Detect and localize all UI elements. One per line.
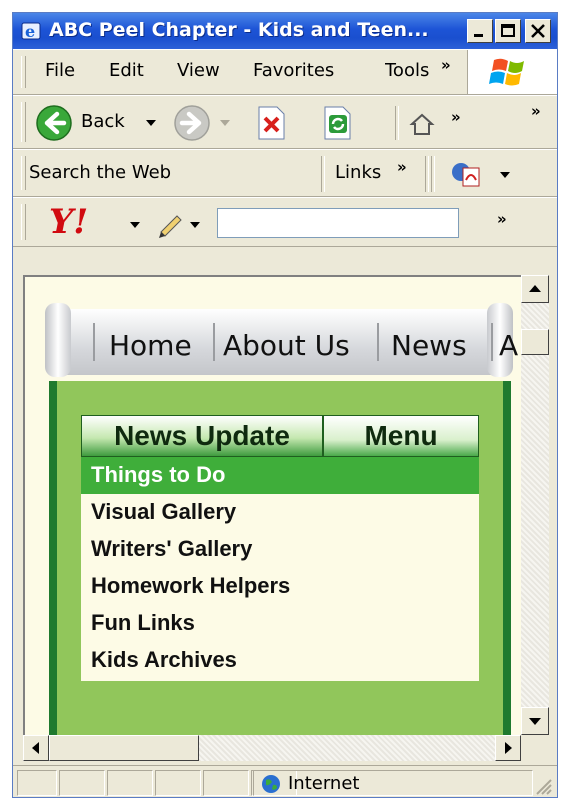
menu-item-label: Kids Archives [91, 647, 237, 672]
yahoo-search-input[interactable] [217, 208, 459, 238]
scroll-curl-left [45, 303, 71, 377]
browser-window: e ABC Peel Chapter - Kids and Teen... Fi… [12, 12, 558, 798]
horizontal-scroll-thumb[interactable] [49, 735, 199, 761]
kids-menu-list: Things to Do Visual Gallery Writers' Gal… [81, 457, 479, 681]
back-button[interactable]: Back [81, 111, 125, 132]
scroll-down-arrow-icon [529, 718, 541, 725]
nav-separator [213, 323, 215, 361]
forward-arrow-icon[interactable] [173, 104, 211, 142]
yahoo-logo[interactable]: Y! [49, 202, 88, 242]
status-bar: Internet [13, 765, 557, 797]
nav-more-truncated[interactable]: A [499, 329, 518, 362]
nav-about-us[interactable]: About Us [223, 329, 350, 362]
search-links-bar: Search the Web Links » [13, 149, 557, 197]
forward-dropdown-arrow-icon[interactable] [219, 118, 231, 128]
scrollbar-corner [521, 735, 549, 761]
back-arrow-icon[interactable] [35, 104, 73, 142]
menu-view[interactable]: View [177, 60, 220, 81]
toolbar-separator [425, 156, 429, 192]
refresh-icon[interactable] [319, 104, 355, 142]
tab-menu-label: Menu [364, 420, 438, 451]
status-cell [203, 770, 249, 796]
menu-item-label: Visual Gallery [91, 499, 237, 524]
scroll-right-button[interactable] [495, 735, 521, 761]
status-cell [59, 770, 105, 796]
pencil-dropdown-arrow-icon[interactable] [189, 220, 201, 230]
menu-item-label: Things to Do [91, 462, 226, 487]
toolbar-separator [431, 156, 435, 192]
tab-menu[interactable]: Menu [323, 415, 479, 457]
menu-favorites[interactable]: Favorites [253, 60, 334, 81]
nav-separator [93, 323, 95, 361]
windows-logo-icon [467, 50, 557, 94]
toolbar-grip[interactable] [21, 102, 26, 142]
back-dropdown-arrow-icon[interactable] [145, 118, 157, 128]
nav-home[interactable]: Home [109, 329, 192, 362]
tab-news-update-label: News Update [114, 420, 290, 451]
status-cell [107, 770, 153, 796]
vertical-scroll-thumb[interactable] [521, 329, 549, 355]
globe-icon [262, 775, 280, 793]
scroll-up-button[interactable] [521, 275, 549, 303]
status-zone-label: Internet [288, 773, 360, 794]
pencil-icon[interactable] [157, 210, 187, 238]
yahoo-overflow-chevron[interactable]: » [497, 210, 507, 228]
page-content: Home About Us News A News Update Menu Th… [23, 275, 521, 735]
yahoo-toolbar: Y! » [13, 197, 557, 247]
pdf-icon[interactable] [449, 160, 485, 188]
scroll-left-arrow-icon [32, 742, 39, 754]
menu-item-label: Homework Helpers [91, 573, 291, 598]
menu-item-homework-helpers[interactable]: Homework Helpers [81, 568, 479, 605]
status-zone-cell: Internet [253, 770, 533, 796]
menu-bar: File Edit View Favorites Tools » [13, 49, 557, 95]
toolbar-separator [395, 106, 399, 140]
close-button[interactable] [525, 19, 551, 43]
tab-news-update[interactable]: News Update [81, 415, 323, 457]
scroll-left-button[interactable] [23, 735, 49, 761]
links-button[interactable]: Links [335, 162, 381, 183]
menu-item-label: Writers' Gallery [91, 536, 253, 561]
yahoo-dropdown-arrow-icon[interactable] [129, 220, 141, 230]
menu-item-label: Fun Links [91, 610, 195, 635]
menu-file[interactable]: File [45, 60, 75, 81]
links-overflow-chevron[interactable]: » [397, 158, 407, 176]
toolbar-grip[interactable] [21, 204, 26, 240]
scroll-right-arrow-icon [505, 742, 512, 754]
toolbar-overflow-chevron-2[interactable]: » [531, 102, 541, 120]
toolbar-separator [321, 156, 325, 192]
menu-item-kids-archives[interactable]: Kids Archives [81, 642, 479, 679]
standard-toolbar: Back » » [13, 95, 557, 149]
scroll-down-button[interactable] [521, 707, 549, 735]
home-icon[interactable] [409, 110, 435, 138]
menu-item-things-to-do[interactable]: Things to Do [81, 457, 479, 494]
nav-separator [491, 323, 493, 361]
tab-strip: News Update Menu [81, 415, 479, 457]
status-cell [17, 770, 57, 796]
window-title: ABC Peel Chapter - Kids and Teen... [49, 19, 429, 41]
menu-edit[interactable]: Edit [109, 60, 144, 81]
minimize-button[interactable] [467, 19, 493, 43]
menu-item-fun-links[interactable]: Fun Links [81, 605, 479, 642]
menu-tools[interactable]: Tools [385, 60, 437, 81]
maximize-button[interactable] [495, 19, 521, 43]
horizontal-scrollbar[interactable] [23, 735, 521, 761]
search-the-web-button[interactable]: Search the Web [29, 162, 171, 183]
toolbar-grip[interactable] [21, 56, 26, 88]
title-bar[interactable]: e ABC Peel Chapter - Kids and Teen... [13, 13, 557, 49]
stop-icon[interactable] [253, 104, 289, 142]
menubar-overflow-chevron[interactable]: » [441, 56, 451, 74]
menu-item-visual-gallery[interactable]: Visual Gallery [81, 494, 479, 531]
nav-news[interactable]: News [391, 329, 467, 362]
scroll-up-arrow-icon [529, 285, 541, 292]
nav-separator [377, 323, 379, 361]
resize-grip-icon[interactable] [531, 774, 553, 796]
menu-item-writers-gallery[interactable]: Writers' Gallery [81, 531, 479, 568]
toolbar-overflow-chevron[interactable]: » [451, 108, 461, 126]
status-cell [155, 770, 201, 796]
pdf-dropdown-arrow-icon[interactable] [499, 170, 511, 180]
vertical-scrollbar[interactable] [521, 275, 549, 735]
toolbar-grip[interactable] [21, 156, 26, 190]
svg-text:e: e [25, 22, 35, 41]
ie-logo-icon: e [21, 22, 41, 41]
